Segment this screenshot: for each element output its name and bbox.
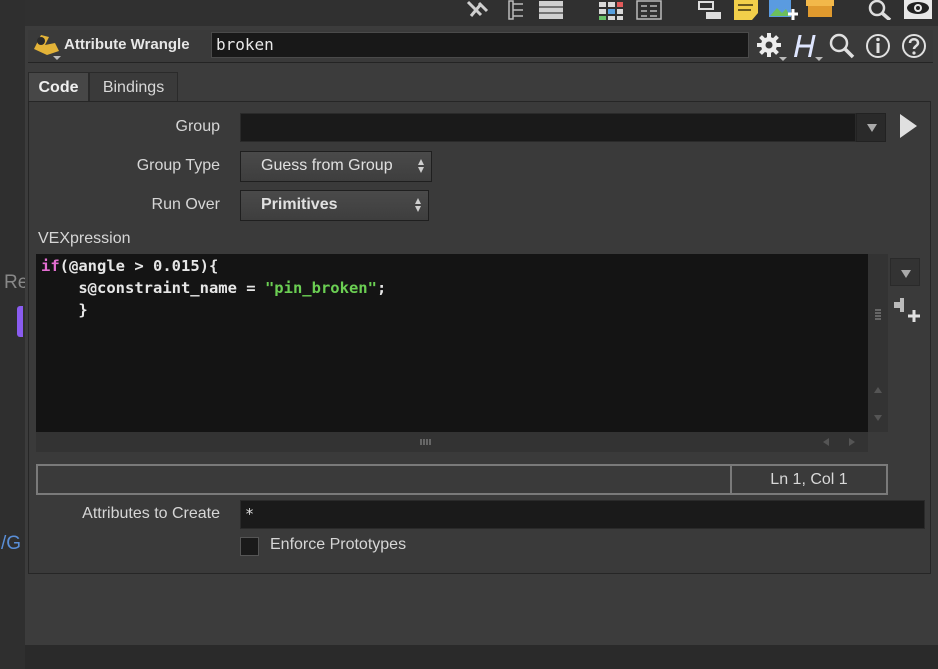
sticky-note-icon[interactable] — [733, 0, 759, 20]
background-node-marker — [17, 306, 23, 337]
scroll-right-icon[interactable] — [848, 437, 856, 447]
code-line-3: } — [41, 299, 868, 321]
help-icon[interactable] — [900, 32, 928, 60]
node-name-field[interactable]: broken — [211, 32, 749, 58]
code-text: (@angle > 0.015){ — [59, 257, 219, 275]
vex-code-editor[interactable]: if(@angle > 0.015){ s@constraint_name = … — [36, 254, 868, 432]
enforce-prototypes-checkbox[interactable] — [240, 537, 259, 556]
tools-icon[interactable] — [465, 0, 493, 20]
code-horizontal-scrollbar[interactable] — [36, 432, 868, 452]
tree-view-icon[interactable] — [508, 0, 526, 20]
code-string: "pin_broken" — [264, 279, 377, 297]
scroll-up-icon[interactable] — [873, 386, 883, 394]
scroll-grip-icon — [420, 439, 431, 445]
create-spare-parameters-icon[interactable] — [892, 296, 922, 324]
code-keyword: if — [41, 257, 60, 275]
code-line-1: if(@angle > 0.015){ — [41, 255, 868, 277]
scroll-down-icon[interactable] — [873, 414, 883, 422]
grid-view-icon[interactable] — [598, 0, 624, 20]
group-label: Group — [175, 118, 220, 135]
background-network-path: /G — [1, 533, 22, 554]
run-over-menu[interactable]: Primitives — [240, 190, 429, 221]
network-layout-icon[interactable] — [697, 0, 723, 20]
group-type-label: Group Type — [136, 157, 220, 174]
zoom-icon[interactable] — [828, 32, 856, 60]
package-icon[interactable] — [805, 0, 835, 20]
group-dropdown-button[interactable] — [856, 113, 886, 142]
tab-code[interactable]: Code — [28, 72, 89, 101]
chevron-down-icon — [901, 270, 911, 278]
code-line-2: s@constraint_name = "pin_broken"; — [41, 277, 868, 299]
enforce-prototypes-label: Enforce Prototypes — [270, 536, 407, 553]
updown-arrows-icon — [415, 198, 421, 212]
node-type-label: Attribute Wrangle — [64, 36, 190, 53]
attributes-to-create-input[interactable]: * — [240, 500, 925, 529]
attributes-to-create-label: Attributes to Create — [82, 505, 220, 522]
tab-bindings[interactable]: Bindings — [89, 72, 178, 101]
group-type-menu[interactable]: Guess from Group — [240, 151, 432, 182]
code-text: s@constraint_name = — [78, 279, 265, 297]
scroll-left-icon[interactable] — [822, 437, 830, 447]
bottom-empty-area — [25, 645, 938, 669]
houdini-help-icon[interactable] — [791, 31, 823, 63]
code-vertical-scrollbar[interactable] — [868, 254, 888, 432]
vex-menu-button[interactable] — [890, 258, 920, 286]
search-icon[interactable] — [866, 0, 894, 20]
group-input[interactable] — [240, 113, 856, 142]
chevron-down-icon — [867, 124, 877, 132]
scroll-grip-icon — [875, 309, 881, 320]
add-image-icon[interactable] — [768, 0, 798, 20]
list-view-icon[interactable] — [538, 0, 564, 20]
group-type-value: Guess from Group — [261, 157, 393, 174]
select-cursor-icon[interactable] — [897, 112, 921, 142]
code-text: ; — [376, 279, 387, 297]
updown-arrows-icon — [418, 159, 424, 173]
code-text: } — [78, 301, 88, 319]
gear-icon[interactable] — [755, 31, 787, 63]
run-over-value: Primitives — [261, 196, 338, 213]
cursor-position: Ln 1, Col 1 — [770, 471, 848, 488]
vexpression-label: VEXpression — [38, 230, 131, 247]
run-over-label: Run Over — [151, 196, 220, 213]
wrangle-node-icon[interactable] — [31, 31, 63, 61]
info-icon[interactable] — [864, 32, 892, 60]
visibility-eye-icon[interactable] — [903, 0, 933, 20]
details-view-icon[interactable] — [636, 0, 662, 20]
